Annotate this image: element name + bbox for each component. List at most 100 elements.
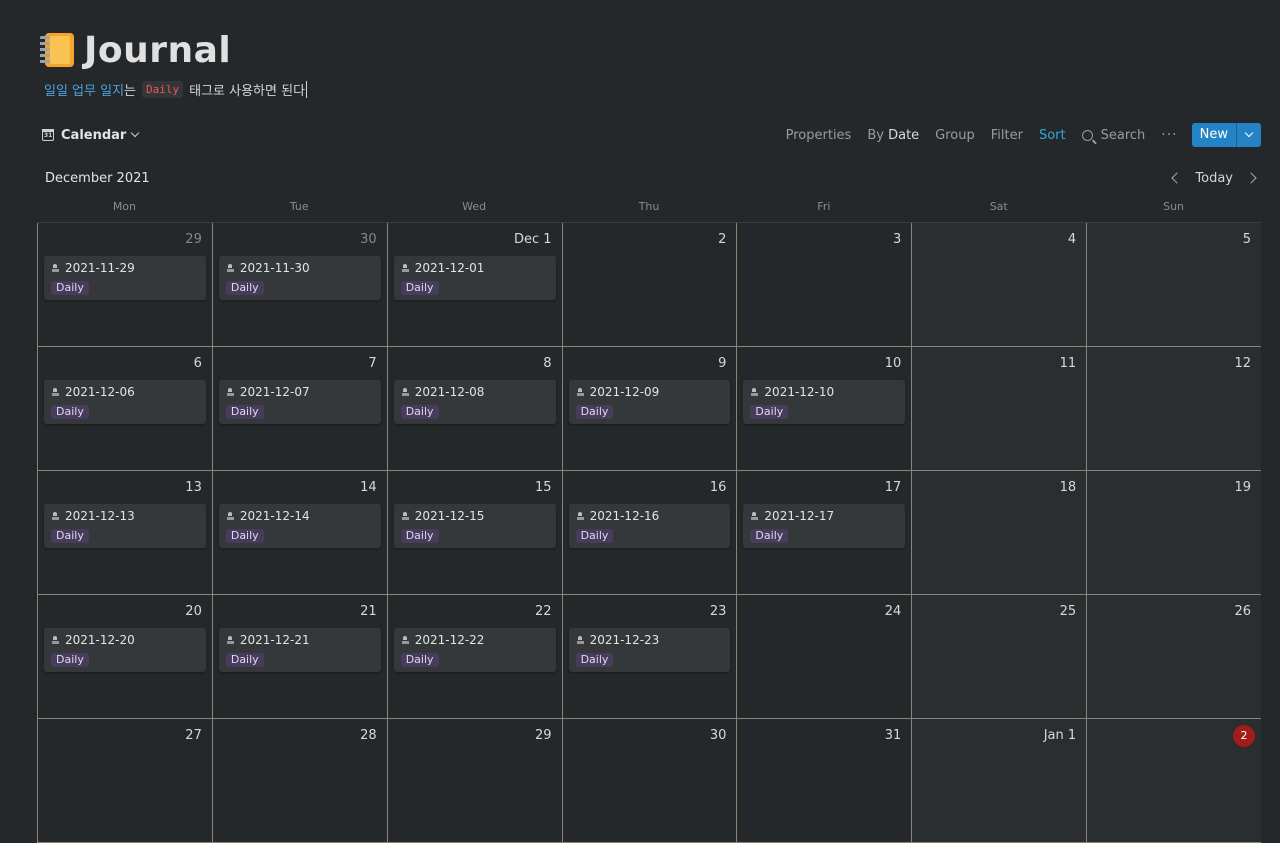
page-title[interactable]: Journal bbox=[84, 30, 231, 71]
calendar-day-cell[interactable]: 20 2021-12-20 Daily bbox=[37, 595, 212, 719]
calendar-day-cell[interactable]: 24 bbox=[736, 595, 912, 719]
journal-entry-card[interactable]: 2021-12-13 Daily bbox=[44, 504, 206, 548]
calendar-day-cell[interactable]: 4 bbox=[911, 223, 1087, 347]
journal-entry-card[interactable]: 2021-11-29 Daily bbox=[44, 256, 206, 300]
calendar-day-cell[interactable]: 11 bbox=[911, 347, 1087, 471]
daily-tag: Daily bbox=[400, 281, 439, 295]
journal-entry-card[interactable]: 2021-11-30 Daily bbox=[218, 256, 381, 300]
chevron-down-icon bbox=[1244, 128, 1254, 138]
calendar-day-cell[interactable]: 15 2021-12-15 Daily bbox=[386, 471, 562, 595]
day-number: Dec 1 bbox=[514, 232, 552, 247]
calendar-day-cell[interactable]: 26 bbox=[1086, 595, 1261, 719]
today-day-number: 2 bbox=[1233, 725, 1255, 747]
calendar-day-cell[interactable]: 21 2021-12-21 Daily bbox=[211, 595, 387, 719]
calendar-day-cell[interactable]: 2 bbox=[561, 223, 737, 347]
journal-entry-card[interactable]: 2021-12-23 Daily bbox=[568, 628, 731, 672]
calendar-day-cell[interactable]: 12 bbox=[1086, 347, 1261, 471]
today-button[interactable]: Today bbox=[1195, 171, 1233, 186]
entry-title: 2021-12-07 bbox=[226, 385, 310, 399]
daily-tag: Daily bbox=[51, 653, 89, 667]
calendar-day-cell[interactable]: Jan 1 bbox=[911, 719, 1087, 843]
calendar-day-cell[interactable]: 19 bbox=[1086, 471, 1261, 595]
calendar-day-cell[interactable]: 31 bbox=[736, 719, 912, 843]
calendar-day-cell[interactable]: 29 2021-11-29 Daily bbox=[37, 223, 212, 347]
calendar-day-cell[interactable]: 5 bbox=[1086, 223, 1261, 347]
calendar-day-cell[interactable]: 30 2021-11-30 Daily bbox=[211, 223, 387, 347]
chevron-right-icon[interactable] bbox=[1245, 172, 1257, 184]
journal-entry-card[interactable]: 2021-12-15 Daily bbox=[393, 504, 556, 548]
day-number: Jan 1 bbox=[1043, 728, 1077, 743]
group-button[interactable]: Group bbox=[935, 128, 975, 143]
page-description[interactable]: 일일 업무 일지 는 Daily 태그로 사용하면 된다 bbox=[44, 80, 308, 99]
new-button[interactable]: New bbox=[1192, 123, 1236, 147]
calendar-day-cell[interactable]: Dec 1 2021-12-01 Daily bbox=[386, 223, 562, 347]
journal-entry-card[interactable]: 2021-12-14 Daily bbox=[218, 504, 381, 548]
journal-entry-card[interactable]: 2021-12-20 Daily bbox=[44, 628, 206, 672]
entry-title-text: 2021-12-15 bbox=[414, 509, 485, 523]
calendar-day-cell[interactable]: 8 2021-12-08 Daily bbox=[386, 347, 562, 471]
sort-button[interactable]: Sort bbox=[1039, 128, 1066, 143]
journal-entry-card[interactable]: 2021-12-22 Daily bbox=[393, 628, 556, 672]
calendar-day-cell[interactable]: 29 bbox=[386, 719, 562, 843]
entry-title-text: 2021-12-08 bbox=[414, 385, 485, 399]
calendar-day-cell[interactable]: 10 2021-12-10 Daily bbox=[736, 347, 912, 471]
calendar-day-cell[interactable]: 13 2021-12-13 Daily bbox=[37, 471, 212, 595]
calendar-day-cell[interactable]: 30 bbox=[561, 719, 737, 843]
search-button[interactable]: Search bbox=[1081, 127, 1146, 143]
journal-entry-card[interactable]: 2021-12-09 Daily bbox=[568, 380, 731, 424]
day-number: 12 bbox=[1234, 356, 1251, 371]
calendar-day-cell[interactable]: 25 bbox=[911, 595, 1087, 719]
calendar-day-cell[interactable]: 9 2021-12-09 Daily bbox=[561, 347, 737, 471]
entry-title: 2021-12-17 bbox=[751, 509, 834, 523]
more-options-icon[interactable]: ··· bbox=[1161, 127, 1177, 143]
page-icon bbox=[52, 636, 59, 644]
calendar-day-cell[interactable]: 6 2021-12-06 Daily bbox=[37, 347, 212, 471]
journal-entry-card[interactable]: 2021-12-21 Daily bbox=[218, 628, 381, 672]
search-label: Search bbox=[1100, 127, 1146, 143]
day-number: 2 bbox=[718, 232, 727, 247]
entry-title: 2021-12-21 bbox=[226, 633, 310, 647]
journal-entry-card[interactable]: 2021-12-16 Daily bbox=[568, 504, 731, 548]
entry-title-text: 2021-12-21 bbox=[239, 633, 310, 647]
database-toolbar: 31 Calendar Properties By Date Group Fil… bbox=[42, 123, 1261, 147]
filter-button[interactable]: Filter bbox=[991, 128, 1023, 143]
calendar-day-cell[interactable]: 2 bbox=[1086, 719, 1261, 843]
by-value: Date bbox=[888, 127, 920, 143]
day-number: 29 bbox=[535, 728, 552, 743]
calendar-day-cell[interactable]: 18 bbox=[911, 471, 1087, 595]
journal-entry-card[interactable]: 2021-12-07 Daily bbox=[218, 380, 381, 424]
journal-entry-card[interactable]: 2021-12-06 Daily bbox=[44, 380, 206, 424]
view-selector-button[interactable]: 31 Calendar bbox=[42, 128, 140, 143]
calendar-day-cell[interactable]: 27 bbox=[37, 719, 212, 843]
day-number: 23 bbox=[709, 604, 727, 619]
journal-entry-card[interactable]: 2021-12-17 Daily bbox=[743, 504, 906, 548]
calendar-day-cell[interactable]: 14 2021-12-14 Daily bbox=[211, 471, 387, 595]
calendar-day-cell[interactable]: 3 bbox=[736, 223, 912, 347]
notebook-icon[interactable] bbox=[40, 32, 76, 68]
chevron-down-icon bbox=[131, 128, 140, 138]
journal-entry-card[interactable]: 2021-12-01 Daily bbox=[393, 256, 556, 300]
journal-entry-card[interactable]: 2021-12-08 Daily bbox=[393, 380, 556, 424]
calendar-day-cell[interactable]: 7 2021-12-07 Daily bbox=[211, 347, 387, 471]
description-link[interactable]: 일일 업무 일지 bbox=[44, 80, 124, 99]
calendar-day-cell[interactable]: 16 2021-12-16 Daily bbox=[561, 471, 737, 595]
calendar-day-cell[interactable]: 17 2021-12-17 Daily bbox=[736, 471, 912, 595]
entry-title: 2021-12-01 bbox=[401, 261, 484, 275]
weekday-label: Fri bbox=[817, 200, 831, 213]
entry-title: 2021-12-20 bbox=[52, 633, 135, 647]
page-icon bbox=[576, 512, 584, 520]
page-icon bbox=[52, 512, 59, 520]
new-dropdown-button[interactable] bbox=[1236, 123, 1261, 147]
calendar-day-cell[interactable]: 23 2021-12-23 Daily bbox=[561, 595, 737, 719]
properties-button[interactable]: Properties bbox=[786, 128, 852, 143]
title-row: Journal bbox=[40, 26, 307, 74]
chevron-left-icon[interactable] bbox=[1171, 172, 1184, 184]
daily-tag: Daily bbox=[400, 529, 439, 543]
entry-title-text: 2021-11-29 bbox=[65, 261, 135, 275]
journal-entry-card[interactable]: 2021-12-10 Daily bbox=[743, 380, 906, 424]
page-icon bbox=[751, 512, 759, 520]
by-date-button[interactable]: By Date bbox=[867, 128, 919, 143]
calendar-day-cell[interactable]: 22 2021-12-22 Daily bbox=[386, 595, 562, 719]
day-number: 5 bbox=[1242, 232, 1251, 247]
calendar-day-cell[interactable]: 28 bbox=[211, 719, 387, 843]
